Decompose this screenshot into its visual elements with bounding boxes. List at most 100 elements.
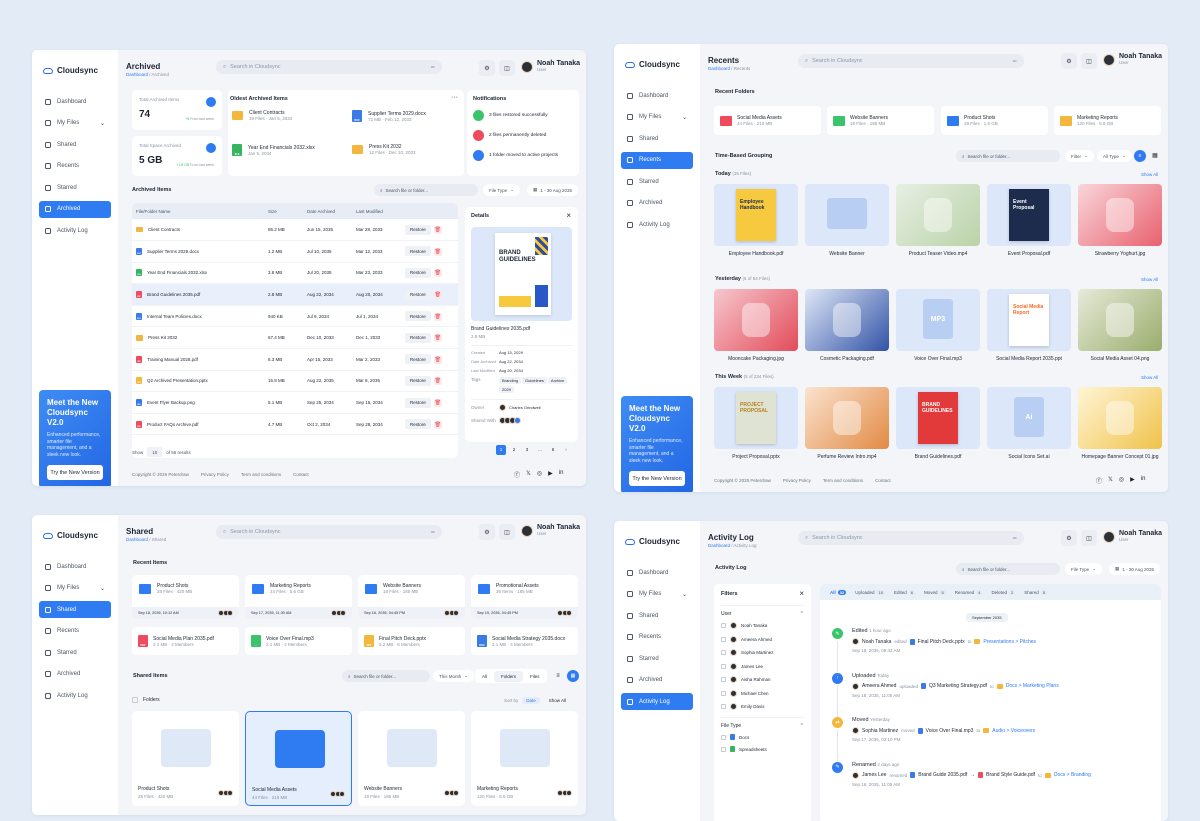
trash-icon[interactable]: 🗑 bbox=[433, 420, 442, 429]
nav-activity-log[interactable]: Activity Log bbox=[39, 687, 111, 704]
nav-archived[interactable]: Archived bbox=[39, 200, 111, 218]
nav-shared[interactable]: Shared bbox=[621, 130, 693, 147]
checkbox[interactable] bbox=[721, 650, 726, 655]
oldest-item[interactable]: XLS Year End Financials 2032.xlsx Jan 5, 2… bbox=[232, 144, 315, 156]
try-new-version-button[interactable]: Try the New Version bbox=[629, 471, 685, 486]
tab-renamed[interactable]: Renamed 4 bbox=[955, 589, 983, 595]
filter-all[interactable]: All bbox=[475, 674, 494, 679]
table-row[interactable]: Press Kit 2032 67.4 MB Dec 10, 2033 Dec 1, … bbox=[132, 326, 458, 350]
user-filter-option[interactable]: Sophia Martinez bbox=[721, 649, 804, 656]
restore-button[interactable]: Restore bbox=[405, 332, 431, 343]
table-row[interactable]: PPT Q2 Archived Presentation.pptx 15.8 MB A… bbox=[132, 370, 458, 393]
user-filter-option[interactable]: James Lee bbox=[721, 662, 804, 670]
tab-moved[interactable]: Moved 5 bbox=[924, 589, 946, 595]
archived-search-input[interactable]: ⌕ Search file or folder... bbox=[374, 184, 478, 196]
file-thumbnail[interactable] bbox=[714, 289, 798, 351]
notification-item[interactable]: 1 folder moved to active projects bbox=[473, 150, 573, 161]
nav-my-files[interactable]: My Files ⌄ bbox=[621, 109, 693, 126]
nav-dashboard[interactable]: Dashboard bbox=[621, 564, 693, 581]
table-row[interactable]: PDF Training Manual 2028.pdf 6.3 MB Apr 15,… bbox=[132, 348, 458, 371]
destination-link[interactable]: Audio > Voiceovers bbox=[992, 728, 1035, 734]
filter-icon[interactable]: ⚌ bbox=[431, 529, 435, 535]
shared-folder-card[interactable]: Social Media Assets 44 Files · 210 MB bbox=[245, 711, 352, 806]
user-filter-option[interactable]: Noah Tanaka bbox=[721, 622, 804, 629]
nav-shared[interactable]: Shared bbox=[39, 136, 111, 153]
linkedin-icon[interactable]: in bbox=[559, 470, 564, 479]
nav-shared[interactable]: Shared bbox=[39, 601, 111, 618]
file-thumbnail[interactable]: Social Media Report bbox=[987, 289, 1071, 351]
youtube-icon[interactable]: ▶ bbox=[548, 470, 553, 479]
shared-folder-card[interactable]: Product Shots 28 Files · 420 MB bbox=[132, 711, 239, 806]
checkbox[interactable] bbox=[721, 677, 726, 682]
col-name[interactable]: File/Folder Name bbox=[132, 203, 264, 219]
tab-edited[interactable]: Edited 6 bbox=[894, 589, 915, 595]
file-thumbnail[interactable]: BRAND GUIDELINES bbox=[896, 387, 980, 449]
nav-starred[interactable]: Starred bbox=[621, 173, 693, 190]
restore-button[interactable]: Restore bbox=[405, 397, 431, 408]
recent-folder-card[interactable]: Social Media Assets 44 Files · 210 MB bbox=[714, 106, 821, 135]
settings-button[interactable]: ⚙ bbox=[1061, 53, 1077, 69]
user-menu[interactable]: Noah Tanaka User bbox=[1103, 530, 1162, 543]
file-thumbnail[interactable] bbox=[1078, 387, 1162, 449]
page-button[interactable]: 2 bbox=[509, 445, 519, 455]
tab-shared[interactable]: Shared 5 bbox=[1024, 589, 1047, 595]
filter-icon[interactable]: ⚌ bbox=[431, 64, 435, 70]
notifications-button[interactable]: ◫ bbox=[1081, 53, 1097, 69]
all-type-select[interactable]: All Type ⌄ bbox=[1097, 150, 1132, 162]
filetype-filter-option[interactable]: Spreadsheets bbox=[721, 746, 804, 752]
nav-activity-log[interactable]: Activity Log bbox=[39, 222, 111, 239]
nav-activity-log[interactable]: Activity Log bbox=[621, 216, 693, 233]
try-new-version-button[interactable]: Try the New Version bbox=[47, 465, 103, 480]
sort-select[interactable]: Date bbox=[522, 697, 540, 704]
checkbox[interactable] bbox=[721, 663, 726, 669]
user-filter-option[interactable]: Aisha Rahman bbox=[721, 676, 804, 683]
show-all-link[interactable]: Show All bbox=[1141, 375, 1158, 380]
tag-chip[interactable]: Archive bbox=[547, 377, 568, 384]
table-row[interactable]: PDF Brand Guidelines 2035.pdf 2.8 MB Aug 22… bbox=[132, 283, 458, 306]
file-thumbnail[interactable] bbox=[1078, 184, 1162, 246]
trash-icon[interactable]: 🗑 bbox=[433, 269, 442, 278]
filter-icon[interactable]: ⚌ bbox=[1013, 535, 1017, 541]
checkbox[interactable] bbox=[721, 704, 726, 709]
recent-item-card[interactable]: Product Shots 28 Files · 420 MB Sep 18, 20… bbox=[132, 575, 239, 619]
file-thumbnail[interactable] bbox=[805, 289, 889, 351]
activity-search-input[interactable]: ⌕ Search file or folder... bbox=[956, 563, 1060, 575]
trash-icon[interactable]: 🗑 bbox=[433, 399, 442, 408]
filter-folders[interactable]: Folders bbox=[494, 670, 524, 682]
file-thumbnail[interactable] bbox=[805, 387, 889, 449]
destination-link[interactable]: Docs > Marketing Plans bbox=[1006, 683, 1059, 689]
shared-folder-card[interactable]: Marketing Reports 120 Files · 5.6 GB bbox=[471, 711, 578, 806]
chevron-up-icon[interactable]: ⌃ bbox=[800, 723, 804, 729]
app-logo[interactable]: Cloudsync bbox=[625, 537, 689, 546]
tab-deleted[interactable]: Deleted 2 bbox=[991, 589, 1016, 595]
restore-button[interactable]: Restore bbox=[405, 354, 431, 365]
user-menu[interactable]: Noah Tanaka User bbox=[1103, 53, 1162, 66]
trash-icon[interactable]: 🗑 bbox=[433, 247, 442, 256]
notifications-button[interactable]: ◫ bbox=[1081, 530, 1097, 546]
recent-file-card[interactable]: ♪ Voice Over Final.mp3 2.1 MB · 4 Members bbox=[245, 627, 352, 655]
list-view-icon[interactable]: ≡ bbox=[552, 670, 564, 682]
x-icon[interactable]: 𝕏 bbox=[526, 470, 531, 479]
linkedin-icon[interactable]: in bbox=[1141, 476, 1146, 485]
user-filter-option[interactable]: Michael Chen bbox=[721, 689, 804, 697]
restore-button[interactable]: Restore bbox=[405, 311, 431, 322]
app-logo[interactable]: Cloudsync bbox=[43, 531, 107, 540]
nav-dashboard[interactable]: Dashboard bbox=[39, 558, 111, 575]
period-select[interactable]: This Month ⌄ bbox=[433, 670, 475, 682]
facebook-icon[interactable]: ⓕ bbox=[1096, 476, 1102, 485]
recent-folder-card[interactable]: Product Shots 28 Files · 1.5 GB bbox=[941, 106, 1048, 135]
nav-my-files[interactable]: My Files ⌄ bbox=[39, 115, 111, 132]
grid-view-icon[interactable]: ▦ bbox=[567, 670, 579, 682]
oldest-item[interactable]: DOC Supplier Terms 2029.docx 72 MB · Feb 1… bbox=[352, 110, 426, 122]
page-button[interactable]: 3 bbox=[522, 445, 532, 455]
show-all-link[interactable]: Show All bbox=[1141, 277, 1158, 282]
nav-recents[interactable]: Recents bbox=[39, 623, 111, 640]
file-thumbnail[interactable] bbox=[805, 184, 889, 246]
chevron-up-icon[interactable]: ⌃ bbox=[800, 611, 804, 617]
recent-item-card[interactable]: Website Banners 18 Files · 185 MB Sep 16, … bbox=[358, 575, 465, 619]
col-archived[interactable]: Date Archived bbox=[303, 203, 352, 219]
nav-dashboard[interactable]: Dashboard bbox=[621, 87, 693, 104]
close-icon[interactable]: × bbox=[799, 589, 804, 598]
grid-view-icon[interactable]: ▦ bbox=[1149, 150, 1161, 162]
file-thumbnail[interactable]: PROJECT PROPOSAL bbox=[714, 387, 798, 449]
